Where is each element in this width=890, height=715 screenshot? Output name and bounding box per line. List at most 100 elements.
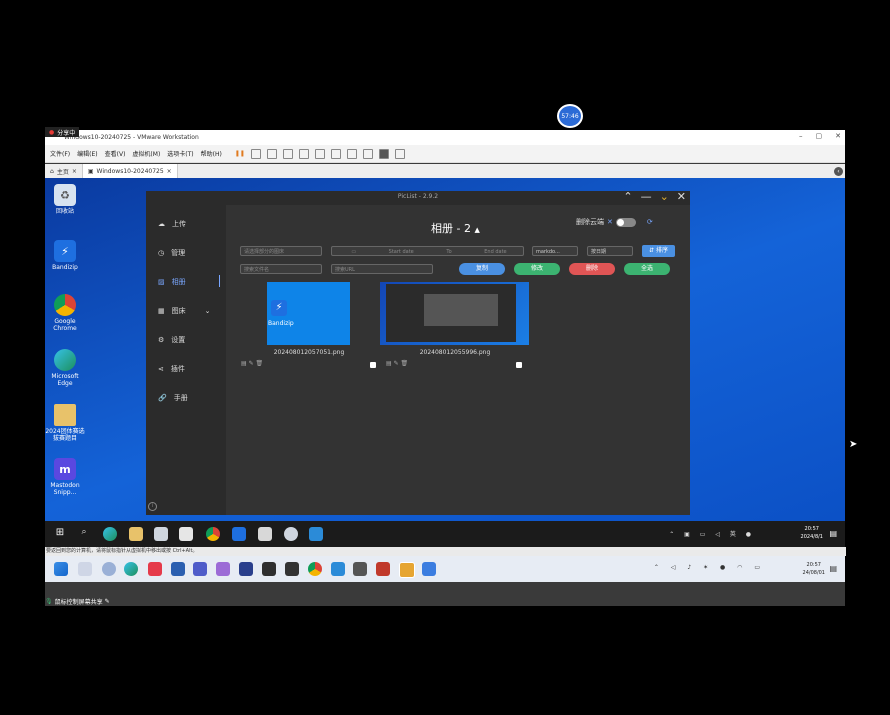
desktop-icon-folder[interactable]: 2024团体赛选拔赛题目: [45, 404, 85, 442]
desktop-icon-chrome[interactable]: Google Chrome: [45, 294, 85, 332]
pause-icon[interactable]: ❚❚: [235, 150, 245, 157]
app-icon[interactable]: [102, 562, 116, 576]
nav-settings[interactable]: ⚙ 设置: [158, 335, 185, 345]
word-icon[interactable]: [171, 562, 185, 576]
start-icon[interactable]: ⊞: [53, 527, 67, 541]
delete-button[interactable]: 删除: [569, 263, 615, 275]
minimize-icon[interactable]: —: [641, 191, 652, 203]
windows-start-icon[interactable]: [54, 562, 68, 576]
tab-vm[interactable]: ▣ Windows10-20240725 ×: [82, 164, 178, 178]
desktop-icon-mastodon[interactable]: m Mastodon Snipp...: [45, 458, 85, 496]
guest-clock[interactable]: 20:57 2024/8/1: [801, 525, 823, 541]
format-select[interactable]: markdo...: [532, 246, 578, 256]
menu-vm[interactable]: 虚拟机(M): [132, 149, 160, 158]
chrome-icon[interactable]: [206, 527, 220, 541]
menu-edit[interactable]: 编辑(E): [77, 149, 97, 158]
nav-manual[interactable]: 🔗 手册: [158, 393, 188, 403]
menu-view[interactable]: 查看(V): [105, 149, 126, 158]
menu-file[interactable]: 文件(F): [50, 149, 70, 158]
nav-plugins[interactable]: ⋖ 插件: [158, 364, 185, 374]
picbed-select[interactable]: 请选择部分的图床: [240, 246, 322, 256]
app-icon[interactable]: [376, 562, 390, 576]
app-icon[interactable]: [216, 562, 230, 576]
notification-icon[interactable]: ▤: [829, 529, 837, 538]
image-checkbox[interactable]: [370, 362, 376, 368]
nav-picbed[interactable]: ▦ 图床 ⌄: [158, 306, 211, 316]
send-keys-icon[interactable]: [250, 148, 261, 159]
sort-button[interactable]: ⇵ 排序: [642, 245, 675, 257]
image-checkbox[interactable]: [516, 362, 522, 368]
notepad-icon[interactable]: [258, 527, 272, 541]
nav-manage[interactable]: ◷ 管理: [158, 248, 185, 258]
tray-icons[interactable]: ⌃ ▣ ▭ ◁ 英 ●: [669, 529, 755, 538]
delete-icon[interactable]: 🗑: [401, 360, 409, 367]
chevron-down-icon[interactable]: ⌄: [660, 191, 669, 203]
app-icon[interactable]: [193, 562, 207, 576]
sort-select[interactable]: 按日期: [587, 246, 633, 256]
gallery-image-thumbnail[interactable]: ⚡ Bandizip: [267, 282, 350, 345]
fullscreen-icon[interactable]: [346, 148, 357, 159]
delete-icon[interactable]: 🗑: [256, 360, 264, 367]
store-icon[interactable]: [154, 527, 168, 541]
search-icon[interactable]: ⌕: [77, 527, 91, 541]
mail-icon[interactable]: [179, 527, 193, 541]
delete-cloud-switch[interactable]: [615, 217, 636, 227]
desktop-icon-bandizip[interactable]: ⚡ Bandizip: [45, 240, 85, 271]
snapshot-restore-icon[interactable]: [282, 148, 293, 159]
snapshot-manager-icon[interactable]: [298, 148, 309, 159]
vscode-icon[interactable]: [331, 562, 345, 576]
date-range-picker[interactable]: ▭ Start date To End date: [331, 246, 524, 256]
app-icon[interactable]: [422, 562, 436, 576]
vscode-icon[interactable]: [309, 527, 323, 541]
edit-button[interactable]: 修改: [514, 263, 560, 275]
tab-scroll-icon[interactable]: ‹: [834, 166, 843, 176]
host-clock[interactable]: 20:57 24/08/01: [803, 561, 825, 577]
select-all-button[interactable]: 全选: [624, 263, 670, 275]
close-icon[interactable]: ×: [72, 168, 77, 175]
minimize-button[interactable]: –: [799, 132, 803, 140]
stretch-icon[interactable]: [394, 148, 405, 159]
nav-gallery[interactable]: ▨ 相册: [158, 277, 186, 287]
chevron-up-icon[interactable]: ⌃: [623, 191, 632, 203]
close-icon[interactable]: ✕: [677, 191, 686, 203]
vmware-icon[interactable]: [399, 562, 415, 578]
notification-icon[interactable]: ▤: [829, 564, 837, 573]
info-icon[interactable]: i: [148, 502, 157, 511]
file-explorer-icon[interactable]: [129, 527, 143, 541]
gallery-image-thumbnail[interactable]: [380, 282, 529, 345]
console-view-icon[interactable]: [330, 148, 341, 159]
sidebar-toggle-icon[interactable]: [314, 148, 325, 159]
recording-timer[interactable]: 57:46: [557, 104, 583, 128]
close-icon[interactable]: ×: [167, 168, 172, 175]
desktop-icon-recycle-bin[interactable]: ♻ 回收站: [45, 184, 85, 215]
piclist-icon[interactable]: [284, 527, 298, 541]
edit-icon[interactable]: ✎: [105, 598, 110, 605]
terminal-icon[interactable]: [285, 562, 299, 576]
sublime-icon[interactable]: [262, 562, 276, 576]
terminal-icon[interactable]: [378, 148, 389, 159]
edge-icon[interactable]: [124, 562, 138, 576]
task-view-icon[interactable]: [78, 562, 92, 576]
menu-help[interactable]: 帮助(H): [201, 149, 222, 158]
app-icon[interactable]: [239, 562, 253, 576]
refresh-icon[interactable]: ⟳: [647, 218, 653, 226]
app-icon[interactable]: [353, 562, 367, 576]
maximize-button[interactable]: ▢: [816, 132, 823, 140]
edge-icon[interactable]: [103, 527, 117, 541]
host-tray-icons[interactable]: ⌃ ◁ ♪ ✶ ● ◠ ▭: [654, 564, 765, 571]
app-icon[interactable]: [148, 562, 162, 576]
copy-link-icon[interactable]: ▤: [241, 360, 247, 367]
tab-home[interactable]: ⌂ 主页 ×: [45, 164, 83, 178]
chrome-icon[interactable]: [308, 562, 322, 576]
nav-upload[interactable]: ☁ 上传: [158, 219, 186, 229]
snapshot-icon[interactable]: [266, 148, 277, 159]
app-icon[interactable]: [232, 527, 246, 541]
desktop-icon-edge[interactable]: Microsoft Edge: [45, 349, 85, 387]
search-url-input[interactable]: 搜索URL: [331, 264, 433, 274]
edit-icon[interactable]: ✎: [249, 360, 254, 367]
search-filename-input[interactable]: 搜索文件名: [240, 264, 322, 274]
screen-share-control-bar[interactable]: 🎙 鼠标控制屏幕共享 ✎: [45, 596, 110, 606]
copy-button[interactable]: 复制: [459, 263, 505, 275]
copy-link-icon[interactable]: ▤: [386, 360, 392, 367]
unity-icon[interactable]: [362, 148, 373, 159]
